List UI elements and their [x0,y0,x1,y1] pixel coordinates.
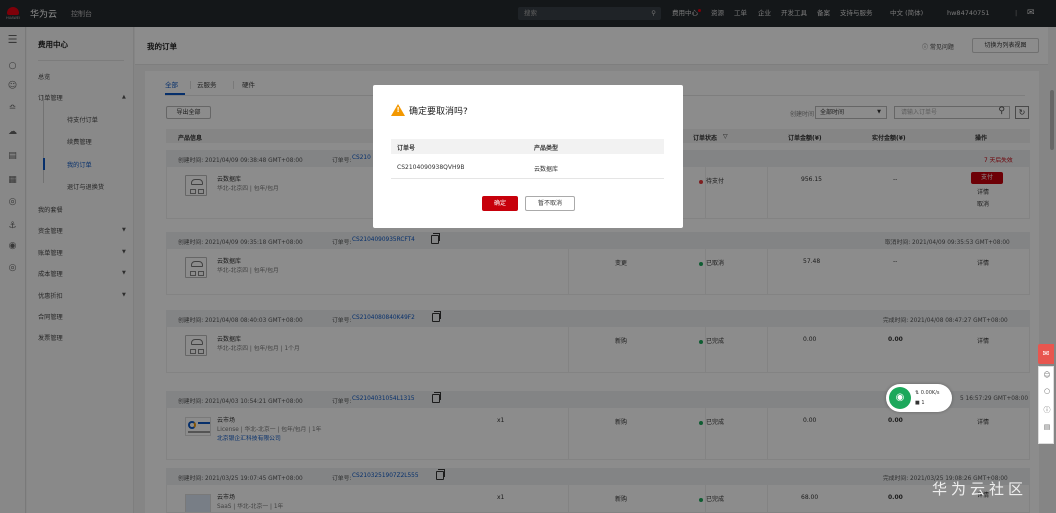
dialog-title: 确定要取消吗? [409,107,468,117]
cancel-confirm-dialog: ! 确定要取消吗? 订单号 产品类型 CS2104090938QVH9B 云数据… [373,85,683,228]
connection-count: ■ 1 [915,400,925,406]
not-cancel-button[interactable]: 暂不取消 [525,196,575,211]
chat-icon[interactable]: ✉ [1038,344,1054,364]
dialog-table-row: CS2104090938QVH9B 云数据库 [391,155,664,179]
help-icon[interactable]: ⓘ [1042,405,1052,415]
watermark: 华为云社区 [932,480,1028,498]
network-speed: ⇅ 0.00K/s [915,390,940,396]
dialog-order-no: CS2104090938QVH9B [397,164,465,171]
confirm-button[interactable]: 确定 [482,196,518,211]
dialog-col-type: 产品类型 [534,145,559,152]
dialog-product-type: 云数据库 [534,166,559,173]
feedback-icon[interactable]: ☺ [1042,371,1052,379]
warning-icon: ! [391,104,405,116]
floating-toolbar: ✉ ☺ ○ ⓘ ▤ [1036,340,1056,444]
note-icon[interactable]: ▤ [1042,423,1052,431]
network-speed-widget[interactable]: ◉ ⇅ 0.00K/s ■ 1 [886,384,952,412]
dialog-col-order: 订单号 [397,145,416,152]
wifi-icon: ◉ [889,387,911,409]
headset-icon[interactable]: ○ [1042,387,1052,395]
modal-overlay[interactable] [0,0,1056,513]
dialog-table-header: 订单号 产品类型 [391,139,664,154]
